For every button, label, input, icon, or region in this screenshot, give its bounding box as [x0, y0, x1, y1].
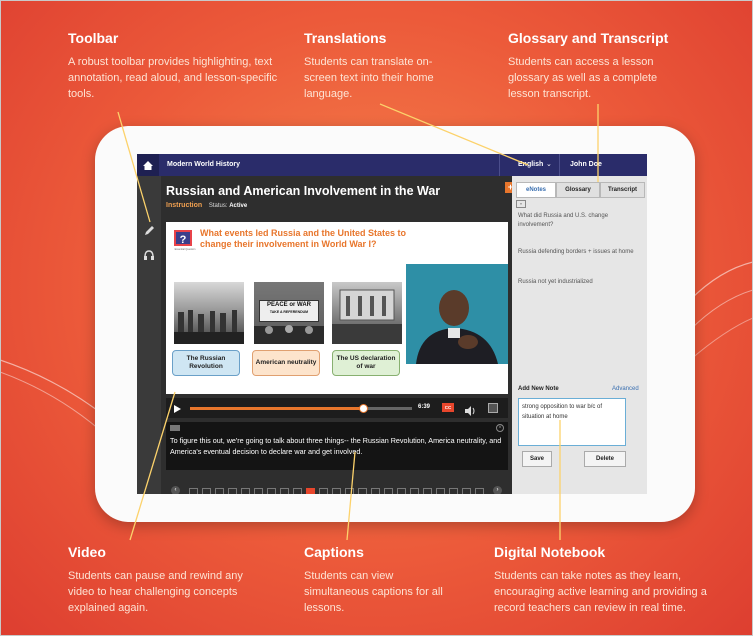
callout-leader-lines [117, 103, 599, 541]
marketing-background: Toolbar A robust toolbar provides highli… [0, 0, 753, 636]
